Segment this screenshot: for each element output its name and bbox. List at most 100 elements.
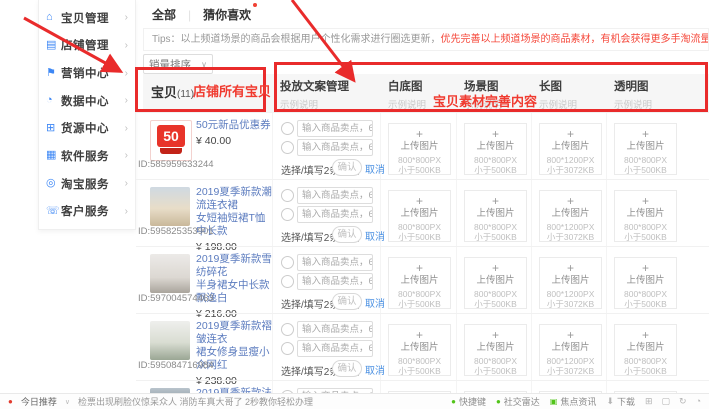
- coupon-value: 50: [157, 125, 185, 147]
- product-id: ID:597004574463: [138, 293, 214, 304]
- copy-input-1[interactable]: [297, 321, 373, 338]
- product-row: 2019夏季新款潮流连衣裙女短袖短裙T恤中长款¥ 198.00 ID:59582…: [136, 179, 709, 246]
- plus-icon: +: [540, 262, 601, 275]
- upload-image-cell[interactable]: + 上传图片 800*1200PX 小于3072KB: [539, 190, 602, 242]
- tray-icon[interactable]: ⊞: [645, 396, 653, 407]
- status-bar-right: ●快捷键 ●社交雷达 ▣焦点资讯 ⬇下载 ⊞ ▢ ↻ ◔: [451, 395, 701, 408]
- upload-limit-hint: 小于500KB: [389, 299, 450, 309]
- upload-limit-hint: 小于500KB: [465, 366, 526, 376]
- chevron-down-icon: ∨: [65, 398, 70, 406]
- product-title-link[interactable]: 50元新品优惠券 ¥ 40.00: [196, 119, 274, 148]
- upload-image-cell[interactable]: + 上传图片 800*800PX 小于500KB: [614, 123, 677, 175]
- cancel-button[interactable]: 取消: [365, 362, 385, 377]
- upload-limit-hint: 小于3072KB: [540, 165, 601, 175]
- copy-radio-1[interactable]: [281, 122, 294, 135]
- cancel-button[interactable]: 取消: [365, 295, 385, 310]
- copy-input-1[interactable]: [297, 254, 373, 271]
- plus-icon: +: [615, 329, 676, 342]
- copy-input-2[interactable]: [297, 273, 373, 290]
- upload-image-cell[interactable]: + 上传图片 800*800PX 小于500KB: [464, 324, 527, 376]
- upload-limit-hint: 小于3072KB: [540, 232, 601, 242]
- upload-image-cell[interactable]: + 上传图片 800*800PX 小于500KB: [614, 324, 677, 376]
- upload-size-hint: 800*800PX: [465, 155, 526, 165]
- plugin-icon: ●: [451, 397, 456, 406]
- product-title-link[interactable]: 2019夏季新款雪纺碎花半身裙女中长款飘逸白¥ 216.00: [196, 253, 274, 321]
- tray-icons[interactable]: ⊞ ▢ ↻ ◔: [645, 396, 701, 407]
- upload-size-hint: 800*800PX: [389, 289, 450, 299]
- statusbar-item-label: 焦点资讯: [560, 395, 596, 408]
- confirm-button[interactable]: 确认: [332, 159, 362, 176]
- upload-image-cell[interactable]: + 上传图片 800*800PX 小于500KB: [388, 190, 451, 242]
- plus-icon: +: [465, 262, 526, 275]
- upload-image-cell[interactable]: + 上传图片 800*800PX 小于500KB: [464, 123, 527, 175]
- copy-input-1[interactable]: [297, 120, 373, 137]
- product-image[interactable]: [150, 187, 190, 226]
- tray-icon[interactable]: ◔: [696, 396, 701, 407]
- tray-icon[interactable]: ▢: [662, 396, 671, 407]
- confirm-button[interactable]: 确认: [332, 226, 362, 243]
- upload-limit-hint: 小于3072KB: [540, 366, 601, 376]
- tray-icon[interactable]: ↻: [679, 396, 687, 407]
- product-row: 50 50元新品优惠券¥ 40.00 ID:585959633244 选择/填写…: [136, 112, 709, 179]
- upload-image-cell[interactable]: + 上传图片 800*800PX 小于500KB: [614, 190, 677, 242]
- copy-radio-2[interactable]: [281, 275, 294, 288]
- news-ticker[interactable]: 检票出现刷脸仪惊呆众人 消防车真大哥了 2秒教你轻松办理: [78, 395, 313, 408]
- upload-limit-hint: 小于500KB: [389, 232, 450, 242]
- upload-image-cell[interactable]: + 上传图片 800*800PX 小于500KB: [464, 257, 527, 309]
- copy-radio-2[interactable]: [281, 141, 294, 154]
- product-image[interactable]: [150, 254, 190, 293]
- upload-size-hint: 800*800PX: [615, 222, 676, 232]
- upload-size-hint: 800*800PX: [389, 356, 450, 366]
- statusbar-item-label: 快捷键: [459, 395, 486, 408]
- upload-image-cell[interactable]: + 上传图片 800*800PX 小于500KB: [388, 123, 451, 175]
- copy-input-2[interactable]: [297, 206, 373, 223]
- copy-radio-1[interactable]: [281, 256, 294, 269]
- confirm-button[interactable]: 确认: [332, 360, 362, 377]
- product-title-line: 2019夏季新款褶皱连衣: [196, 320, 274, 346]
- copy-radio-2[interactable]: [281, 342, 294, 355]
- statusbar-item[interactable]: ●社交雷达: [496, 395, 540, 408]
- table-body: 50 50元新品优惠券¥ 40.00 ID:585959633244 选择/填写…: [0, 0, 709, 409]
- cancel-button[interactable]: 取消: [365, 228, 385, 243]
- seller-admin-screen: ⌂ 宝贝管理 › ▤ 店铺管理 › ⚑ 营销中心 › ◔ 数据中心 › ⊞ 货源…: [0, 0, 709, 409]
- statusbar-item[interactable]: ●快捷键: [451, 395, 486, 408]
- upload-image-cell[interactable]: + 上传图片 800*800PX 小于500KB: [388, 257, 451, 309]
- statusbar-item[interactable]: ▣焦点资讯: [550, 395, 597, 408]
- copy-input-2[interactable]: [297, 340, 373, 357]
- confirm-button[interactable]: 确认: [332, 293, 362, 310]
- upload-limit-hint: 小于500KB: [465, 299, 526, 309]
- upload-limit-hint: 小于500KB: [615, 299, 676, 309]
- product-title-line: 50元新品优惠券: [196, 119, 274, 132]
- upload-image-cell[interactable]: + 上传图片 800*1200PX 小于3072KB: [539, 257, 602, 309]
- plus-icon: +: [465, 329, 526, 342]
- upload-label: 上传图片: [465, 141, 526, 152]
- copy-radio-1[interactable]: [281, 323, 294, 336]
- plus-icon: +: [540, 128, 601, 141]
- copy-radio-2[interactable]: [281, 208, 294, 221]
- upload-limit-hint: 小于500KB: [389, 165, 450, 175]
- copy-input-2[interactable]: [297, 139, 373, 156]
- upload-image-cell[interactable]: + 上传图片 800*800PX 小于500KB: [464, 190, 527, 242]
- news-source-label[interactable]: 今日推荐: [21, 395, 57, 408]
- product-title-link[interactable]: 2019夏季新款褶皱连衣裙女修身显瘦小众网红¥ 238.00: [196, 320, 274, 388]
- statusbar-item[interactable]: ⬇下载: [606, 395, 635, 408]
- upload-label: 上传图片: [465, 275, 526, 286]
- cancel-button[interactable]: 取消: [365, 161, 385, 176]
- copy-input-1[interactable]: [297, 187, 373, 204]
- product-row: 2019夏季新款褶皱连衣裙女修身显瘦小众网红¥ 238.00 ID:595084…: [136, 313, 709, 380]
- copy-radio-1[interactable]: [281, 189, 294, 202]
- product-image[interactable]: 50: [150, 120, 192, 161]
- product-title-line: 2019夏季新款潮流连衣裙: [196, 186, 274, 212]
- upload-image-cell[interactable]: + 上传图片 800*800PX 小于500KB: [614, 257, 677, 309]
- upload-limit-hint: 小于3072KB: [540, 299, 601, 309]
- upload-label: 上传图片: [615, 208, 676, 219]
- product-price: ¥ 40.00: [196, 135, 274, 148]
- upload-image-cell[interactable]: + 上传图片 800*1200PX 小于3072KB: [539, 324, 602, 376]
- product-image[interactable]: [150, 321, 190, 360]
- upload-image-cell[interactable]: + 上传图片 800*1200PX 小于3072KB: [539, 123, 602, 175]
- status-bar: ● 今日推荐 ∨ 检票出现刷脸仪惊呆众人 消防车真大哥了 2秒教你轻松办理 ●快…: [0, 393, 709, 409]
- upload-image-cell[interactable]: + 上传图片 800*800PX 小于500KB: [388, 324, 451, 376]
- product-title-link[interactable]: 2019夏季新款潮流连衣裙女短袖短裙T恤中长款¥ 198.00: [196, 186, 274, 254]
- upload-size-hint: 800*800PX: [615, 289, 676, 299]
- upload-limit-hint: 小于500KB: [615, 165, 676, 175]
